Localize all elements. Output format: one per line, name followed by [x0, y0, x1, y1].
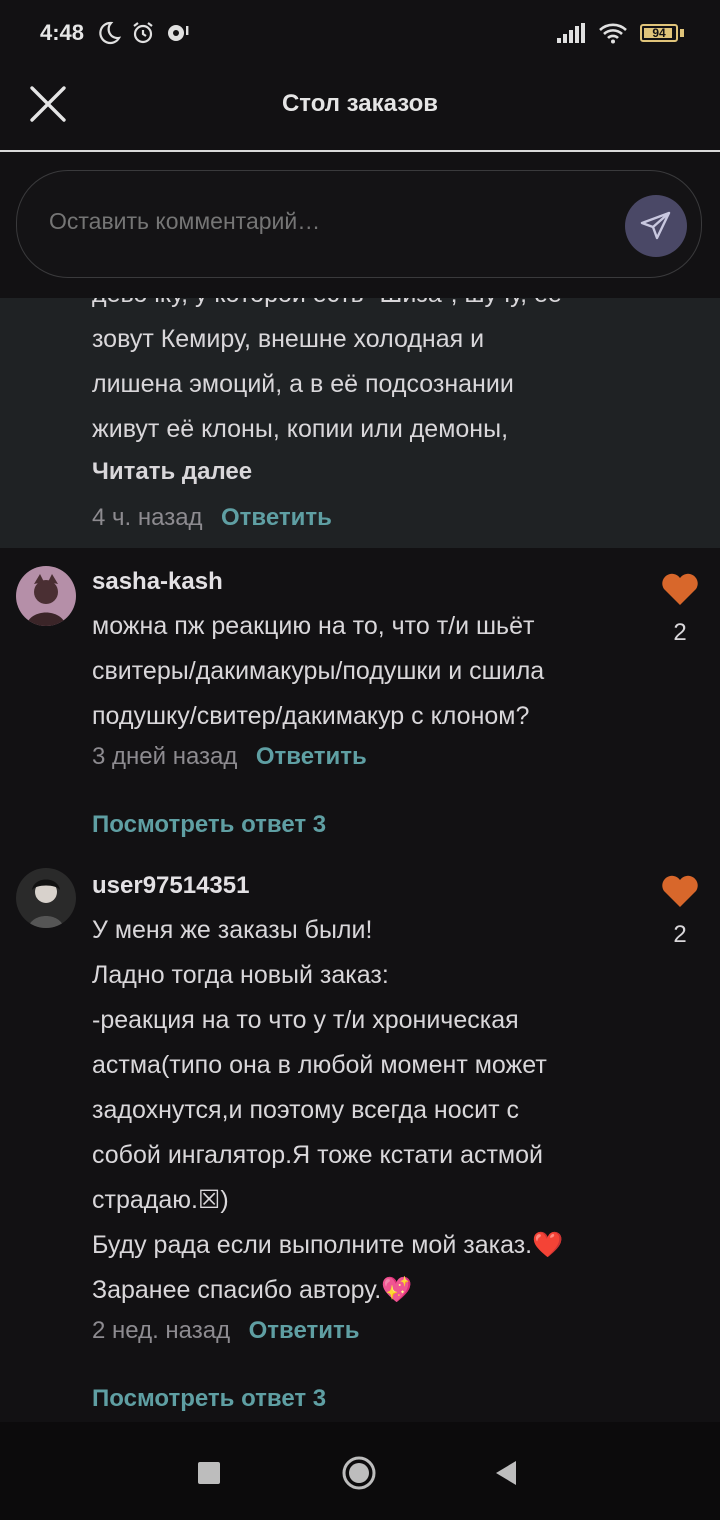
heart-icon — [662, 573, 698, 605]
comment-line: собой ингалятор.Я тоже кстати астмой — [92, 1141, 543, 1169]
highlighted-comment: девочку, у которой есть "Шиза", шучу, её… — [0, 298, 720, 548]
alarm-icon — [133, 22, 153, 44]
reply-button[interactable]: Ответить — [256, 743, 367, 770]
home-button[interactable] — [342, 1456, 376, 1490]
back-icon — [496, 1461, 516, 1485]
reply-button[interactable]: Ответить — [221, 504, 332, 531]
like-count: 2 — [673, 619, 687, 646]
status-bar: 4:48 94 — [0, 0, 720, 70]
avatar[interactable] — [16, 868, 76, 928]
like-button[interactable]: 2 — [660, 572, 700, 647]
comment-body: user97514351 У меня же заказы были! Ладн… — [92, 872, 672, 1413]
reply-button[interactable]: Ответить — [249, 1317, 360, 1344]
view-replies-link[interactable]: Посмотреть ответ 3 — [92, 1385, 672, 1413]
notification-icon — [168, 25, 189, 41]
comment-line: Буду рада если выполните мой заказ.❤️ — [92, 1231, 564, 1259]
avatar-image — [16, 566, 76, 626]
read-more-link[interactable]: Читать далее — [92, 458, 692, 486]
battery-percent: 94 — [652, 26, 666, 40]
comment-time: 3 дней назад — [92, 743, 238, 770]
status-icons-left — [96, 20, 190, 46]
back-button[interactable] — [494, 1460, 518, 1486]
page-title: Стол заказов — [281, 90, 439, 117]
status-icons-right: 94 — [556, 22, 684, 44]
compose-area — [0, 152, 720, 298]
comments-list: девочку, у которой есть "Шиза", шучу, её… — [0, 298, 720, 1422]
battery-tip — [680, 29, 684, 37]
heart-icon — [662, 875, 698, 907]
comment-line: лишена эмоций, а в её подсознании — [92, 370, 514, 398]
comment-line: живут её клоны, копии или демоны, — [92, 415, 509, 443]
avatar-image — [16, 868, 76, 928]
send-icon — [640, 211, 671, 240]
top-bar: Стол заказов — [0, 70, 720, 152]
send-button[interactable] — [625, 195, 687, 257]
like-button[interactable]: 2 — [660, 874, 700, 949]
status-time: 4:48 — [40, 20, 85, 45]
comment-line: страдаю.☒) — [92, 1186, 229, 1214]
system-nav-bar — [0, 1422, 720, 1520]
comment-time: 2 нед. назад — [92, 1317, 231, 1344]
comment-line: задохнутся,и поэтому всегда носит с — [92, 1096, 519, 1124]
battery-icon: 94 — [640, 24, 678, 42]
home-icon — [342, 1456, 376, 1490]
like-count: 2 — [673, 921, 687, 948]
comment-line: девочку, у которой есть "Шиза", шучу, её — [92, 298, 692, 317]
comment-line: подушку/свитер/дакимакур с клоном? — [92, 702, 530, 730]
comment-username[interactable]: user97514351 — [92, 872, 672, 900]
comment-input[interactable] — [47, 207, 591, 236]
comment-username[interactable]: sasha-kash — [92, 568, 652, 596]
comment-line: Заранее спасибо автору.💖 — [92, 1276, 413, 1304]
comment-time: 4 ч. назад — [92, 504, 203, 531]
comment-line: астма(типо она в любой момент может — [92, 1051, 547, 1079]
wifi-icon — [599, 23, 627, 44]
moon-icon — [99, 21, 122, 45]
signal-icon — [557, 23, 585, 43]
recent-apps-button[interactable] — [198, 1462, 220, 1484]
comment-body: sasha-kash можна пж реакцию на то, что т… — [92, 568, 652, 839]
comment-line: -реакция на то что у т/и хроническая — [92, 1006, 519, 1034]
comment-line: зовут Кемиру, внешне холодная и — [92, 325, 485, 353]
view-replies-link[interactable]: Посмотреть ответ 3 — [92, 811, 652, 839]
comment-line: Ладно тогда новый заказ: — [92, 961, 389, 989]
comment-line: свитеры/дакимакуры/подушки и сшила — [92, 657, 545, 685]
comment-line: У меня же заказы были! — [92, 916, 373, 944]
comment-line: можна пж реакцию на то, что т/и шьёт — [92, 612, 535, 640]
comment-box — [16, 170, 702, 278]
avatar[interactable] — [16, 566, 76, 626]
